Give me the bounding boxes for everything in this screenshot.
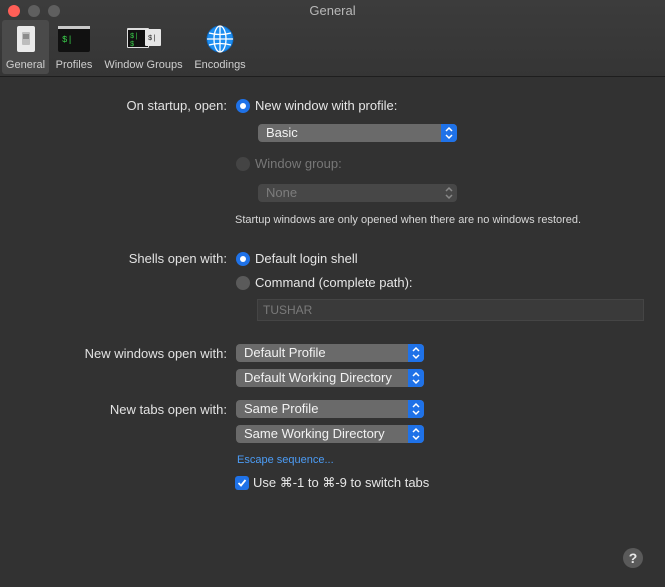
- switch-tabs-checkbox[interactable]: [235, 476, 249, 490]
- new-windows-label: New windows open with:: [84, 346, 227, 361]
- new-tab-directory-value: Same Working Directory: [244, 426, 385, 441]
- tab-window-groups[interactable]: $| $ $| Window Groups: [99, 20, 188, 74]
- chevron-updown-icon: [408, 425, 424, 443]
- new-tabs-label: New tabs open with:: [109, 402, 227, 417]
- startup-profile-value: Basic: [266, 125, 298, 140]
- command-path-field[interactable]: TUSHAR: [257, 299, 644, 321]
- tab-general-label: General: [5, 59, 46, 71]
- svg-text:$: $: [130, 41, 134, 49]
- window-groups-icon: $| $ $|: [126, 28, 161, 49]
- title-bar: General General $| Profiles $| $ $| Wind…: [0, 0, 665, 77]
- chevron-updown-icon: [441, 124, 457, 142]
- new-tab-directory-select[interactable]: Same Working Directory: [236, 425, 424, 443]
- command-option-label: Command (complete path):: [255, 275, 413, 290]
- svg-text:$|: $|: [148, 35, 156, 43]
- new-window-profile-value: Default Profile: [244, 345, 326, 360]
- general-switch-icon: [16, 26, 35, 52]
- checkmark-icon: [237, 479, 247, 487]
- window-group-select[interactable]: None: [258, 184, 457, 202]
- escape-sequence-link[interactable]: Escape sequence...: [237, 454, 334, 466]
- new-window-directory-value: Default Working Directory: [244, 370, 392, 385]
- tab-profiles-label: Profiles: [55, 59, 93, 71]
- startup-profile-select[interactable]: Basic: [258, 124, 457, 142]
- new-window-profile-select[interactable]: Default Profile: [236, 344, 424, 362]
- chevron-updown-icon: [441, 184, 457, 202]
- window-group-value: None: [266, 185, 298, 200]
- tab-encodings[interactable]: Encodings: [190, 20, 250, 74]
- tab-profiles[interactable]: $| Profiles: [51, 20, 97, 74]
- terminal-icon: $|: [58, 26, 90, 52]
- chevron-updown-icon: [408, 344, 424, 362]
- tab-window-groups-label: Window Groups: [104, 59, 183, 71]
- new-window-option-label: New window with profile:: [255, 98, 398, 113]
- switch-tabs-label: Use ⌘-1 to ⌘-9 to switch tabs: [253, 475, 430, 490]
- svg-text:$|: $|: [62, 35, 73, 45]
- shells-label: Shells open with:: [128, 251, 227, 266]
- new-window-radio[interactable]: [236, 99, 250, 113]
- new-window-directory-select[interactable]: Default Working Directory: [236, 369, 424, 387]
- new-tab-profile-value: Same Profile: [244, 401, 319, 416]
- globe-icon: [206, 25, 234, 53]
- window-group-radio[interactable]: [236, 157, 250, 171]
- window-group-option-label: Window group:: [255, 156, 342, 171]
- chevron-updown-icon: [408, 369, 424, 387]
- startup-note: Startup windows are only opened when the…: [235, 214, 582, 226]
- tab-encodings-label: Encodings: [194, 59, 246, 71]
- chevron-updown-icon: [408, 400, 424, 418]
- help-button[interactable]: ?: [623, 548, 643, 568]
- new-tab-profile-select[interactable]: Same Profile: [236, 400, 424, 418]
- tab-general[interactable]: General: [2, 20, 49, 74]
- command-radio[interactable]: [236, 276, 250, 290]
- window-title: General: [309, 3, 356, 18]
- startup-label: On startup, open:: [126, 98, 227, 113]
- svg-text:$|: $|: [130, 33, 138, 41]
- default-login-shell-label: Default login shell: [255, 251, 358, 266]
- default-login-shell-radio[interactable]: [236, 252, 250, 266]
